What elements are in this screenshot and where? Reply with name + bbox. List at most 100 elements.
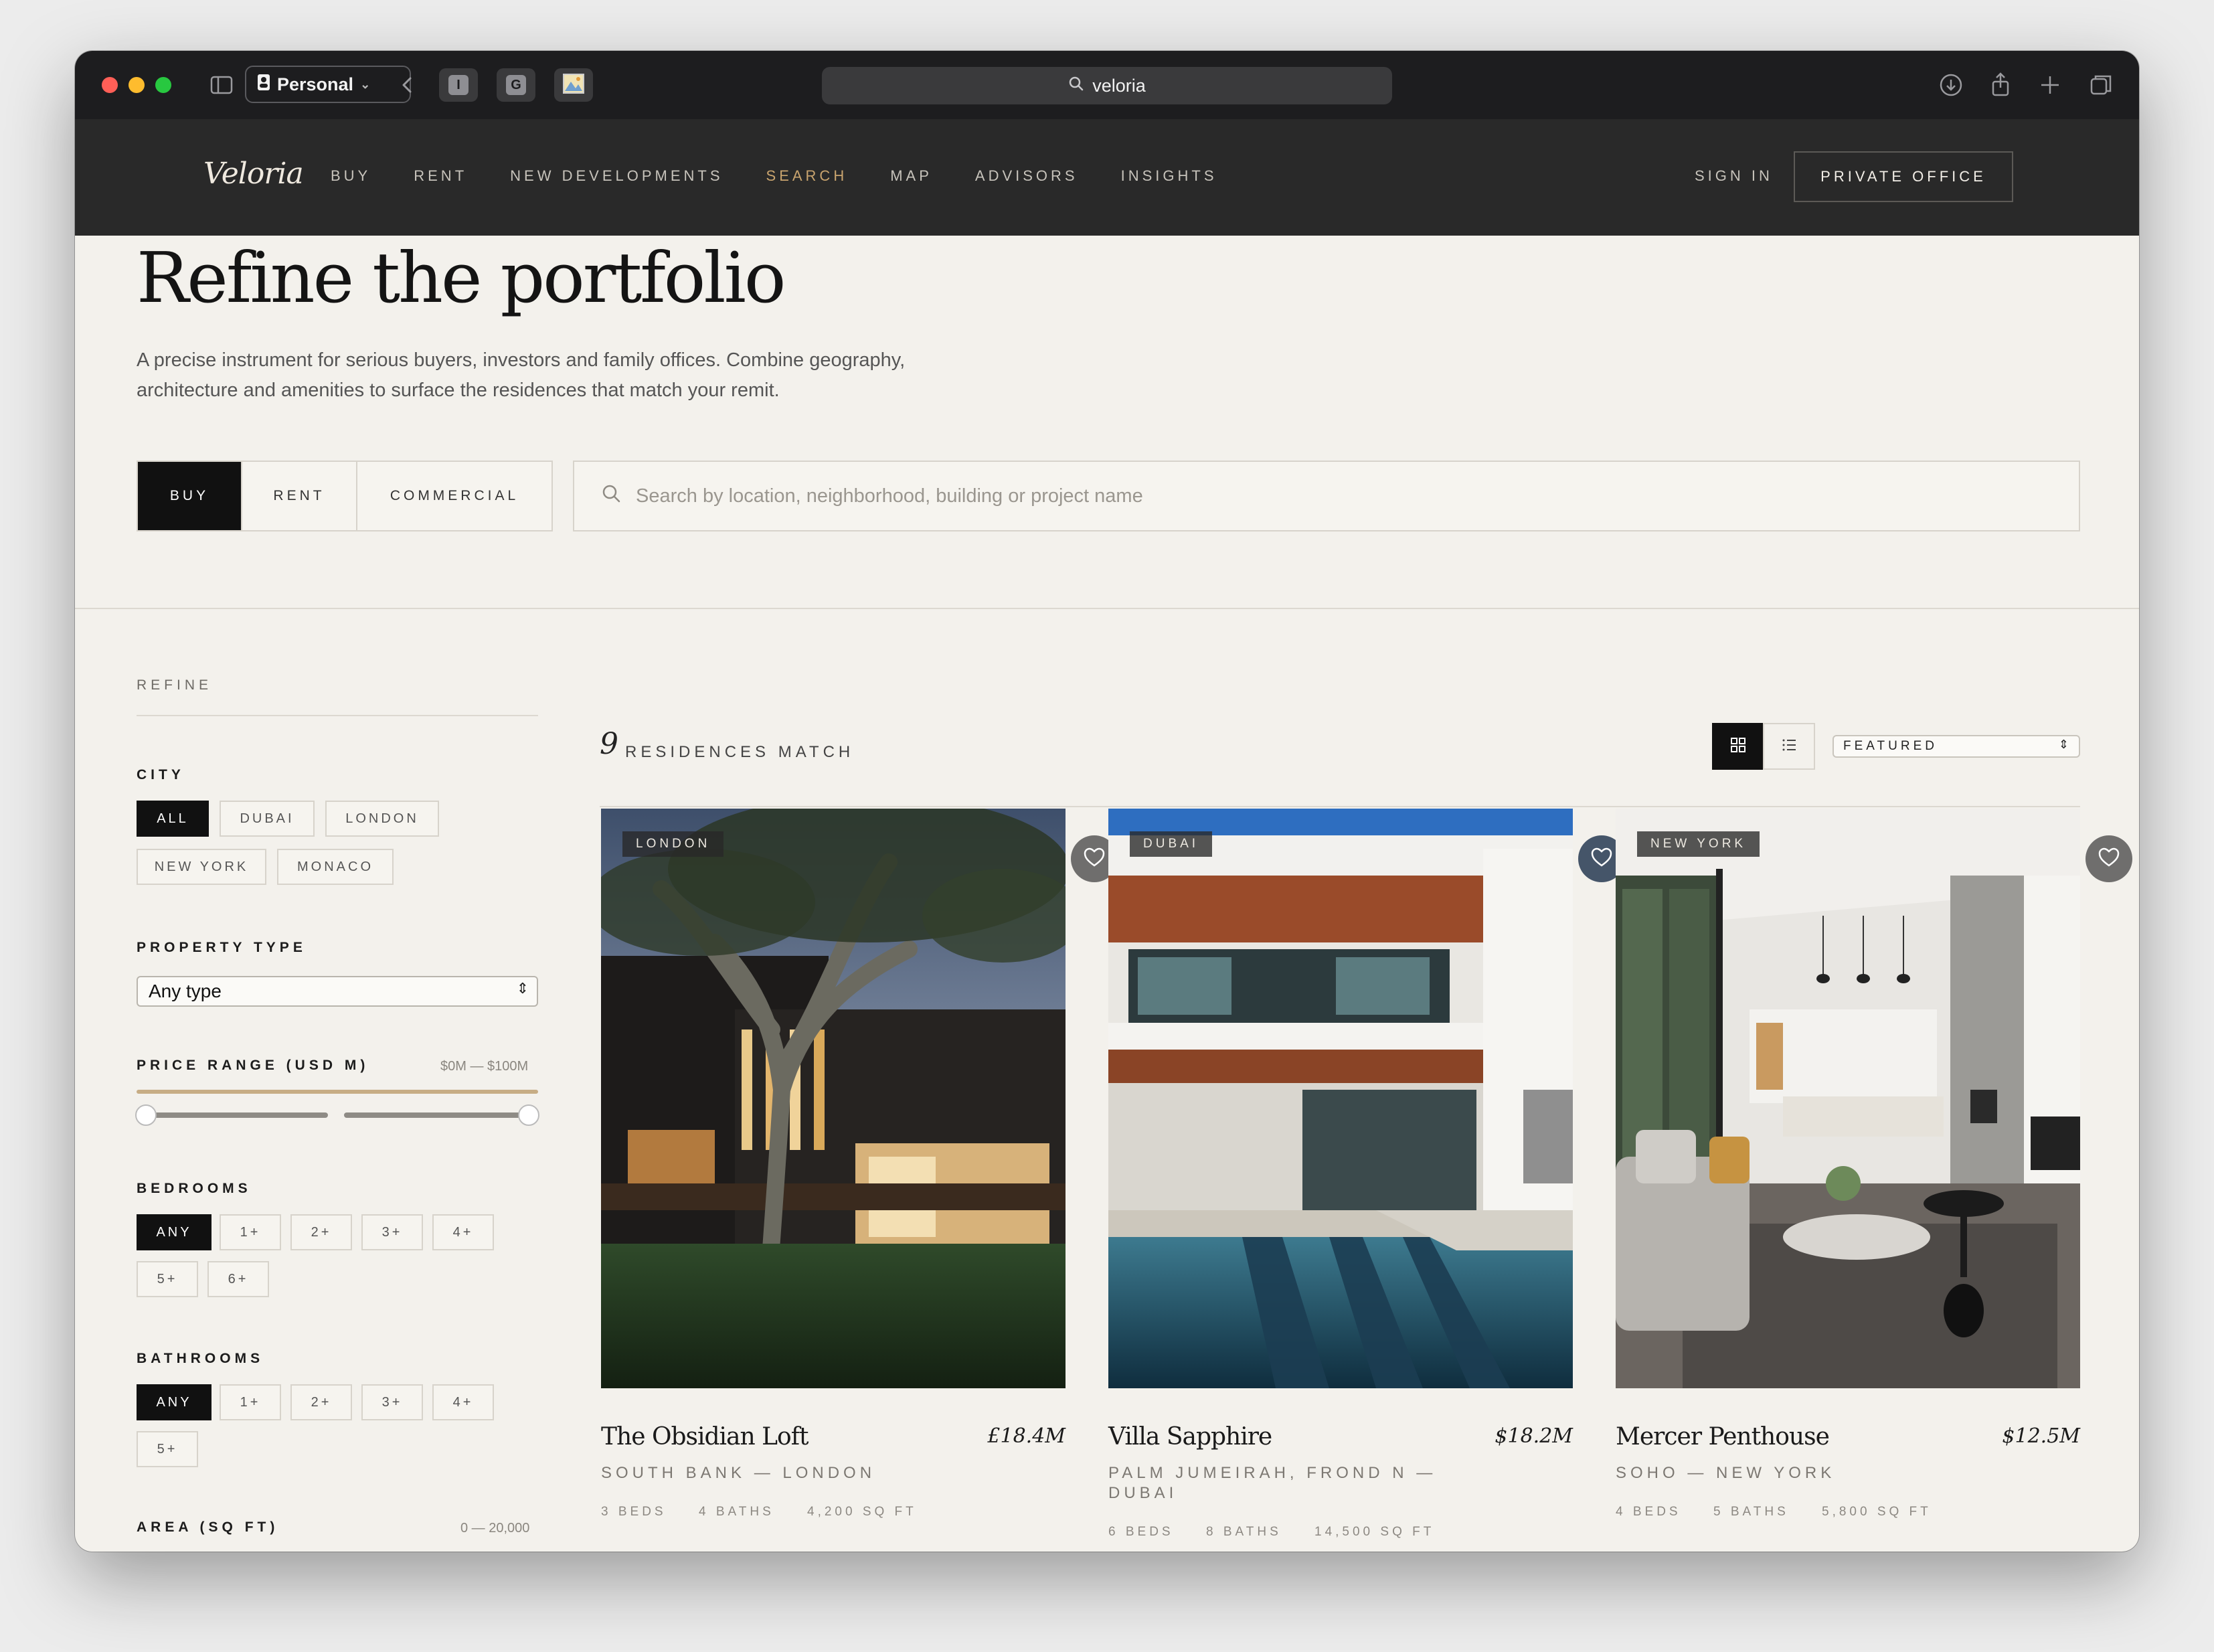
- sort-select[interactable]: FEATURED ⇕: [1833, 735, 2080, 758]
- chevron-updown-icon: ⇕: [516, 980, 529, 997]
- search-icon: [1068, 76, 1084, 96]
- city-chip-london[interactable]: LONDON: [325, 801, 439, 837]
- bedrooms-chip-4[interactable]: 4+: [432, 1214, 494, 1250]
- listing-price: $12.5M: [2002, 1424, 2080, 1448]
- price-range-bar: [137, 1090, 538, 1094]
- price-max-handle[interactable]: [518, 1104, 539, 1126]
- bathrooms-chip-any[interactable]: ANY: [137, 1384, 211, 1420]
- chevron-down-icon: ⌄: [360, 77, 371, 91]
- listing-title[interactable]: Mercer Penthouse: [1616, 1423, 1830, 1451]
- profile-name: Personal: [277, 74, 354, 94]
- listing-baths: 4 BATHS: [699, 1505, 774, 1519]
- nav-buy[interactable]: BUY: [331, 167, 371, 185]
- tab-favicon-g[interactable]: G: [497, 68, 535, 102]
- list-icon: [1780, 736, 1798, 757]
- bedrooms-chip-any[interactable]: ANY: [137, 1214, 211, 1250]
- page-title: Refine the portfolio: [137, 237, 786, 319]
- listing-title[interactable]: Villa Sapphire: [1108, 1423, 1272, 1451]
- bedrooms-chip-6[interactable]: 6+: [207, 1261, 269, 1297]
- bedrooms-chip-2[interactable]: 2+: [290, 1214, 352, 1250]
- sidebar-toggle-icon[interactable]: [206, 70, 237, 100]
- nav-insights[interactable]: INSIGHTS: [1121, 167, 1217, 185]
- zoom-window-button[interactable]: [155, 77, 171, 93]
- tab-rent[interactable]: RENT: [242, 462, 357, 530]
- area-label: AREA (SQ FT): [137, 1519, 279, 1535]
- city-label: CITY: [137, 767, 185, 782]
- listing-baths: 8 BATHS: [1206, 1525, 1282, 1539]
- city-chip-new-york[interactable]: NEW YORK: [137, 849, 266, 885]
- city-tag: LONDON: [622, 831, 724, 857]
- price-min-track[interactable]: [147, 1112, 328, 1118]
- section-divider: [75, 608, 2139, 609]
- bathrooms-chip-5[interactable]: 5+: [137, 1431, 198, 1467]
- listing-photo-mercer-penthouse[interactable]: [1616, 809, 2080, 1388]
- nav-search[interactable]: SEARCH: [766, 167, 848, 185]
- listing-photo-obsidian-loft[interactable]: [601, 809, 1066, 1388]
- back-arrow-icon[interactable]: [392, 70, 423, 100]
- chevron-updown-icon: ⇕: [2058, 738, 2072, 751]
- property-type-value: Any type: [149, 981, 222, 1001]
- profile-switcher[interactable]: Personal ⌄: [245, 66, 411, 103]
- heart-icon: [2098, 847, 2120, 871]
- results-count-label: RESIDENCES MATCH: [625, 743, 855, 761]
- location-search[interactable]: Search by location, neighborhood, buildi…: [573, 461, 2080, 531]
- new-tab-icon[interactable]: [2035, 70, 2065, 100]
- tab-overview-icon[interactable]: [2085, 70, 2116, 100]
- tab-favicon-image[interactable]: [554, 68, 593, 102]
- tab-favicon-i[interactable]: I: [439, 68, 478, 102]
- bathrooms-chip-1[interactable]: 1+: [220, 1384, 281, 1420]
- price-range-value: $0M — $100M: [440, 1059, 529, 1074]
- listing-location: SOHO — NEW YORK: [1616, 1464, 1836, 1482]
- listing-location: PALM JUMEIRAH, FROND N — DUBAI: [1108, 1464, 1437, 1502]
- property-type-select[interactable]: Any type ⇕: [137, 976, 538, 1007]
- city-tag: NEW YORK: [1637, 831, 1760, 857]
- property-type-label: PROPERTY TYPE: [137, 940, 307, 955]
- grid-view-button[interactable]: [1712, 723, 1764, 770]
- sign-in-link[interactable]: SIGN IN: [1695, 167, 1773, 185]
- bedrooms-chip-3[interactable]: 3+: [361, 1214, 423, 1250]
- tab-buy[interactable]: BUY: [138, 462, 242, 530]
- grid-icon: [1729, 736, 1747, 757]
- private-office-button[interactable]: PRIVATE OFFICE: [1794, 151, 2013, 202]
- listing-area: 5,800 SQ FT: [1822, 1505, 1932, 1519]
- site-logo[interactable]: Veloria: [203, 157, 304, 191]
- search-placeholder: Search by location, neighborhood, buildi…: [636, 485, 1143, 507]
- listing-beds: 6 BEDS: [1108, 1525, 1174, 1539]
- city-chip-monaco[interactable]: MONACO: [277, 849, 394, 885]
- area-range-value: 0 — 20,000: [460, 1521, 530, 1536]
- listing-title[interactable]: The Obsidian Loft: [601, 1423, 809, 1451]
- city-chip-all[interactable]: ALL: [137, 801, 209, 837]
- nav-advisors[interactable]: ADVISORS: [975, 167, 1078, 185]
- address-bar[interactable]: veloria: [822, 67, 1392, 104]
- bathrooms-chip-3[interactable]: 3+: [361, 1384, 423, 1420]
- browser-window: Personal ⌄ I G veloria Veloria BUY RENT …: [75, 51, 2139, 1552]
- download-icon[interactable]: [1936, 70, 1966, 100]
- favorite-button[interactable]: [2085, 835, 2132, 882]
- list-view-button[interactable]: [1763, 723, 1815, 770]
- nav-new-developments[interactable]: NEW DEVELOPMENTS: [510, 167, 723, 185]
- listing-beds: 3 BEDS: [601, 1505, 667, 1519]
- heart-icon: [1084, 847, 1105, 871]
- bedrooms-chip-1[interactable]: 1+: [220, 1214, 281, 1250]
- nav-rent[interactable]: RENT: [414, 167, 467, 185]
- tab-commercial[interactable]: COMMERCIAL: [357, 462, 551, 530]
- sort-value: FEATURED: [1843, 739, 1938, 753]
- listing-price: $18.2M: [1495, 1424, 1573, 1448]
- listing-baths: 5 BATHS: [1713, 1505, 1789, 1519]
- minimize-window-button[interactable]: [129, 77, 145, 93]
- price-range-label: PRICE RANGE (USD M): [137, 1058, 369, 1073]
- bathrooms-chip-2[interactable]: 2+: [290, 1384, 352, 1420]
- results-count: 9: [600, 727, 618, 761]
- city-chip-dubai[interactable]: DUBAI: [220, 801, 315, 837]
- bedrooms-chip-5[interactable]: 5+: [137, 1261, 198, 1297]
- site-header: Veloria BUY RENT NEW DEVELOPMENTS SEARCH…: [75, 119, 2139, 236]
- nav-map[interactable]: MAP: [890, 167, 932, 185]
- image-icon: [563, 73, 584, 97]
- page-subtitle: A precise instrument for serious buyers,…: [137, 349, 906, 401]
- close-window-button[interactable]: [102, 77, 118, 93]
- share-icon[interactable]: [1985, 70, 2016, 100]
- bathrooms-chip-4[interactable]: 4+: [432, 1384, 494, 1420]
- price-max-track[interactable]: [344, 1112, 527, 1118]
- price-min-handle[interactable]: [135, 1104, 157, 1126]
- listing-photo-villa-sapphire[interactable]: [1108, 809, 1573, 1388]
